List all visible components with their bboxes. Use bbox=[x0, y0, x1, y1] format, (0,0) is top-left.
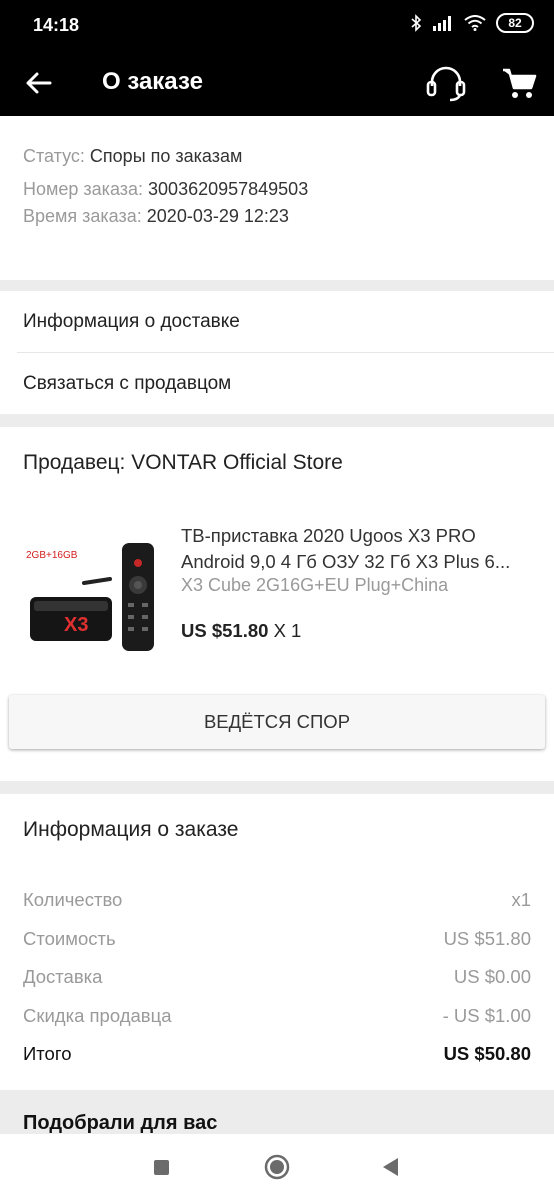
info-row-cost: Стоимость US $51.80 bbox=[23, 928, 531, 950]
delivery-info-link[interactable]: Информация о доставке bbox=[0, 291, 554, 353]
order-status-label: Статус: bbox=[23, 146, 85, 166]
product-variant: X3 Cube 2G16G+EU Plug+China bbox=[181, 575, 449, 595]
order-number: Номер заказа: 3003620957849503 bbox=[23, 179, 308, 200]
info-row-label: Доставка bbox=[23, 966, 103, 987]
recent-apps-icon[interactable] bbox=[154, 1160, 169, 1175]
info-row-quantity: Количество x1 bbox=[23, 889, 531, 911]
back-arrow-icon[interactable] bbox=[22, 66, 56, 100]
svg-text:X3: X3 bbox=[64, 614, 88, 636]
signal-icon bbox=[433, 16, 451, 31]
order-status: Статус: Споры по заказам bbox=[23, 146, 242, 167]
info-row-value: - US $1.00 bbox=[442, 1005, 531, 1026]
app-bar: О заказе bbox=[0, 48, 554, 116]
headset-icon[interactable] bbox=[424, 62, 468, 102]
order-time-value: 2020-03-29 12:23 bbox=[146, 206, 289, 226]
order-status-card: Статус: Споры по заказам Номер заказа: 3… bbox=[0, 116, 554, 280]
info-row-value: US $50.80 bbox=[443, 1043, 531, 1064]
system-nav-bar bbox=[0, 1134, 554, 1200]
product-price: US $51.80 bbox=[181, 620, 269, 641]
order-info-title: Информация о заказе bbox=[23, 818, 239, 841]
status-bar: 14:18 82 bbox=[0, 0, 554, 48]
recommend-title: Подобрали для вас bbox=[23, 1112, 218, 1134]
product-title-line1: ТВ-приставка 2020 Ugoos X3 PRO bbox=[181, 525, 476, 546]
info-row-shipping: Доставка US $0.00 bbox=[23, 966, 531, 988]
info-row-total: Итого US $50.80 bbox=[23, 1043, 531, 1065]
info-row-value: US $0.00 bbox=[453, 966, 531, 987]
contact-seller-link[interactable]: Связаться с продавцом bbox=[0, 353, 554, 415]
wifi-icon bbox=[464, 15, 486, 31]
product-price-row: US $51.80 X 1 bbox=[181, 620, 301, 642]
dispute-in-progress-button[interactable]: ВЕДЁТСЯ СПОР bbox=[9, 695, 545, 749]
page-title: О заказе bbox=[102, 68, 203, 95]
product-image-text: 2GB+16GB bbox=[26, 550, 78, 561]
info-row-value: x1 bbox=[511, 889, 531, 910]
order-number-value: 3003620957849503 bbox=[148, 179, 309, 199]
bluetooth-icon bbox=[411, 14, 422, 32]
status-icons: 82 bbox=[410, 13, 534, 33]
order-status-value: Споры по заказам bbox=[89, 146, 243, 166]
info-row-label: Скидка продавца bbox=[23, 1005, 172, 1026]
seller-title[interactable]: Продавец: VONTAR Official Store bbox=[23, 451, 343, 475]
nav-back-icon[interactable] bbox=[381, 1157, 399, 1177]
info-row-label: Итого bbox=[23, 1043, 72, 1064]
seller-card: Продавец: VONTAR Official Store 2GB+16GB… bbox=[0, 427, 554, 781]
battery-indicator: 82 bbox=[496, 13, 534, 33]
info-row-label: Стоимость bbox=[23, 928, 116, 949]
cart-icon[interactable] bbox=[500, 64, 538, 102]
order-time-label: Время заказа: bbox=[23, 206, 142, 226]
info-row-value: US $51.80 bbox=[443, 928, 531, 949]
home-icon[interactable] bbox=[264, 1154, 290, 1180]
product-title[interactable]: ТВ-приставка 2020 Ugoos X3 PRO Android 9… bbox=[181, 523, 531, 575]
product-title-line2: Android 9,0 4 Гб ОЗУ 32 Гб X3 Plus 6... bbox=[181, 551, 511, 572]
status-time: 14:18 bbox=[33, 15, 80, 35]
order-number-label: Номер заказа: bbox=[23, 179, 144, 199]
product-image[interactable]: 2GB+16GB X3 bbox=[24, 533, 158, 657]
recommend-section: Подобрали для вас bbox=[0, 1090, 554, 1134]
info-row-label: Количество bbox=[23, 889, 123, 910]
order-time: Время заказа: 2020-03-29 12:23 bbox=[23, 206, 289, 227]
order-info-card: Информация о заказе Количество x1 Стоимо… bbox=[0, 794, 554, 1090]
product-quantity: X 1 bbox=[273, 620, 302, 641]
order-links-card: Информация о доставке Связаться с продав… bbox=[0, 291, 554, 414]
info-row-seller-discount: Скидка продавца - US $1.00 bbox=[23, 1005, 531, 1027]
